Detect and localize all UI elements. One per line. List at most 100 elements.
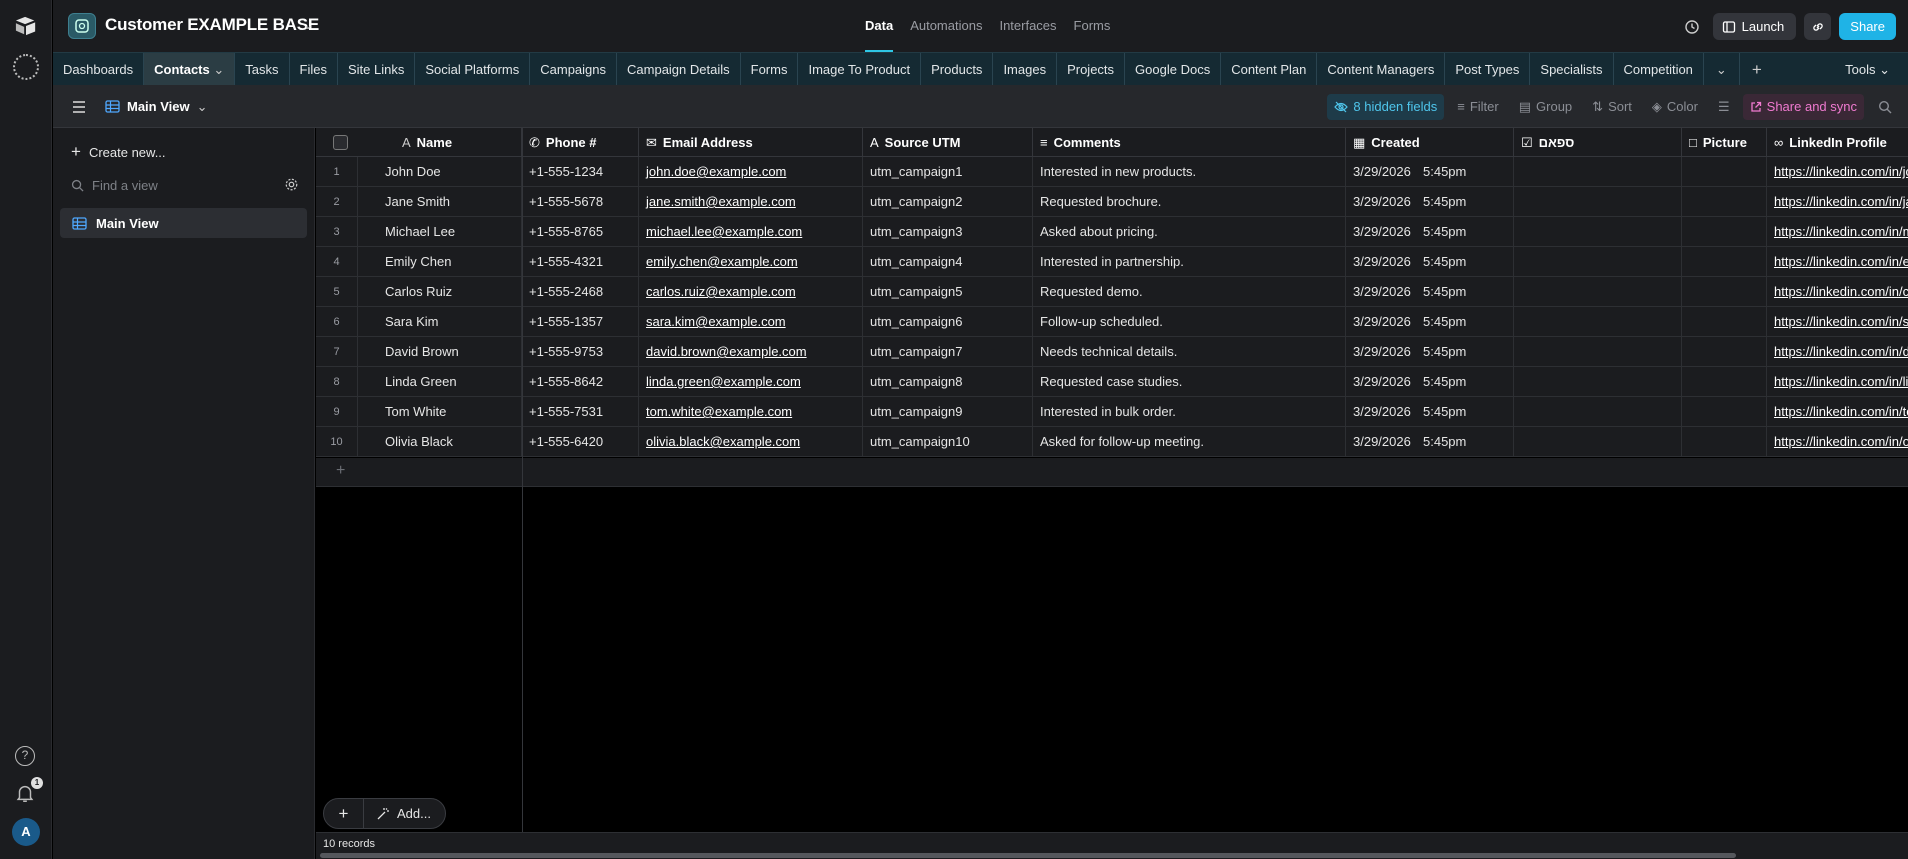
select-all-checkbox[interactable] [333, 135, 348, 150]
email-cell[interactable]: emily.chen@example.com [639, 247, 863, 277]
tab-content-managers[interactable]: Content Managers [1317, 53, 1446, 86]
nav-data[interactable]: Data [865, 0, 894, 52]
tab-tasks[interactable]: Tasks [235, 53, 290, 86]
tab-files[interactable]: Files [290, 53, 338, 86]
table-row[interactable]: 2 Jane Smith +1-555-5678 jane.smith@example… [316, 187, 1908, 217]
column-header-linkedin[interactable]: ∞ LinkedIn Profile [1767, 128, 1908, 157]
share-and-sync-button[interactable]: Share and sync [1742, 93, 1864, 120]
email-cell[interactable]: jane.smith@example.com [639, 187, 863, 217]
help-icon[interactable]: ? [15, 746, 35, 766]
launch-button[interactable]: Launch [1712, 13, 1797, 40]
linkedin-cell[interactable]: https://linkedin.com/in/tomwhite [1767, 397, 1908, 427]
group-button[interactable]: ▤ Group [1512, 94, 1579, 120]
email-cell[interactable]: carlos.ruiz@example.com [639, 277, 863, 307]
filter-button[interactable]: ≡ Filter [1450, 94, 1505, 120]
nav-interfaces[interactable]: Interfaces [999, 0, 1056, 52]
view-switcher[interactable]: Main View ⌄ [105, 99, 208, 115]
tab-post-types[interactable]: Post Types [1445, 53, 1531, 86]
tab-contacts[interactable]: Contacts ⌄ [144, 53, 236, 86]
table-row[interactable]: 7 David Brown +1-555-9753 david.brown@examp… [316, 337, 1908, 367]
nav-forms[interactable]: Forms [1074, 0, 1111, 52]
search-button[interactable] [1870, 94, 1900, 120]
history-icon[interactable] [1679, 14, 1705, 40]
copy-link-button[interactable] [1804, 13, 1832, 40]
table-row[interactable]: 1 John Doe +1-555-1234 john.doe@example.com… [316, 157, 1908, 187]
horizontal-scrollbar[interactable] [320, 853, 1736, 858]
app-logo-icon[interactable] [15, 15, 37, 37]
table-row[interactable]: 10 Olivia Black +1-555-6420 olivia.black@ex… [316, 427, 1908, 457]
column-header-comments[interactable]: ≡ Comments [1033, 128, 1346, 157]
table-row[interactable]: 8 Linda Green +1-555-8642 linda.green@examp… [316, 367, 1908, 397]
tab-campaign-details[interactable]: Campaign Details [617, 53, 741, 86]
linkedin-cell[interactable]: https://linkedin.com/in/oliviablack [1767, 427, 1908, 457]
tab-competition[interactable]: Competition [1614, 53, 1704, 86]
row-height-icon: ☰ [1718, 98, 1730, 114]
tab-site-links[interactable]: Site Links [338, 53, 416, 86]
phone-cell: +1-555-8765 [522, 217, 639, 247]
hamburger-menu-icon[interactable] [71, 100, 87, 114]
column-header-email[interactable]: ✉ Email Address [639, 128, 863, 157]
table-row[interactable]: 3 Michael Lee +1-555-8765 michael.lee@examp… [316, 217, 1908, 247]
column-header-phone[interactable]: ✆ Phone # [522, 128, 639, 157]
email-cell[interactable]: olivia.black@example.com [639, 427, 863, 457]
email-cell[interactable]: david.brown@example.com [639, 337, 863, 367]
base-title[interactable]: Customer EXAMPLE BASE [105, 15, 319, 35]
chevron-down-icon[interactable]: ⌄ [213, 62, 224, 77]
email-cell[interactable]: john.doe@example.com [639, 157, 863, 187]
avatar[interactable]: A [12, 818, 40, 846]
linkedin-cell[interactable]: https://linkedin.com/in/sarakim [1767, 307, 1908, 337]
comments-cell: Asked for follow-up meeting. [1033, 427, 1346, 457]
linkedin-cell[interactable]: https://linkedin.com/in/emilychen [1767, 247, 1908, 277]
column-header-name[interactable]: Name [417, 128, 452, 157]
chevron-down-icon[interactable]: ⌄ [303, 18, 313, 32]
table-row[interactable]: 6 Sara Kim +1-555-1357 sara.kim@example.com… [316, 307, 1908, 337]
color-button[interactable]: ◈ Color [1645, 94, 1705, 120]
tab-products[interactable]: Products [921, 53, 994, 86]
create-new-view-button[interactable]: + Create new... [71, 142, 166, 162]
tab-campaigns[interactable]: Campaigns [530, 53, 618, 86]
column-header-created[interactable]: ▦ Created [1346, 128, 1514, 157]
tab-images[interactable]: Images [993, 53, 1058, 86]
tools-menu[interactable]: Tools ⌄ [1845, 53, 1890, 86]
add-record-button[interactable]: + [324, 799, 364, 828]
email-cell[interactable]: linda.green@example.com [639, 367, 863, 397]
email-cell[interactable]: tom.white@example.com [639, 397, 863, 427]
column-header-spam[interactable]: ☑ ספאם [1514, 128, 1682, 157]
linkedin-cell[interactable]: https://linkedin.com/in/carlosruiz [1767, 277, 1908, 307]
share-button[interactable]: Share [1839, 13, 1896, 40]
column-header-source-utm[interactable]: A Source UTM [863, 128, 1033, 157]
comments-cell: Interested in new products. [1033, 157, 1346, 187]
sidebar-item-main-view[interactable]: Main View [60, 208, 307, 238]
find-view-input[interactable]: Find a view [71, 178, 299, 193]
row-height-button[interactable]: ☰ [1711, 94, 1737, 120]
sort-button[interactable]: ⇅ Sort [1585, 94, 1639, 120]
email-cell[interactable]: michael.lee@example.com [639, 217, 863, 247]
table-row[interactable]: 9 Tom White +1-555-7531 tom.white@example.c… [316, 397, 1908, 427]
nav-automations[interactable]: Automations [910, 0, 982, 52]
add-extension-button[interactable]: Add... [364, 799, 445, 828]
email-cell[interactable]: sara.kim@example.com [639, 307, 863, 337]
gear-icon[interactable] [284, 177, 299, 192]
add-table-plus-icon[interactable]: + [1740, 53, 1774, 86]
column-header-picture[interactable]: □ Picture [1682, 128, 1767, 157]
linkedin-cell[interactable]: https://linkedin.com/in/davidbrown [1767, 337, 1908, 367]
linkedin-cell[interactable]: https://linkedin.com/in/michaellee [1767, 217, 1908, 247]
more-tables-chevron-icon[interactable]: ⌄ [1704, 53, 1740, 86]
tab-projects[interactable]: Projects [1057, 53, 1126, 86]
linkedin-cell[interactable]: https://linkedin.com/in/janesmith [1767, 187, 1908, 217]
table-row[interactable]: 4 Emily Chen +1-555-4321 emily.chen@example… [316, 247, 1908, 277]
tab-specialists[interactable]: Specialists [1530, 53, 1614, 86]
linkedin-cell[interactable]: https://linkedin.com/in/lindagreen [1767, 367, 1908, 397]
tab-social-platforms[interactable]: Social Platforms [415, 53, 531, 86]
tab-forms[interactable]: Forms [741, 53, 799, 86]
linkedin-cell[interactable]: https://linkedin.com/in/johndoe [1767, 157, 1908, 187]
created-time-cell: 5:45pm [1416, 247, 1514, 277]
tab-image-to-product[interactable]: Image To Product [798, 53, 922, 86]
tab-google-docs[interactable]: Google Docs [1125, 53, 1222, 86]
workspace-icon[interactable] [13, 54, 39, 80]
add-record-row[interactable]: + [316, 458, 1908, 487]
table-row[interactable]: 5 Carlos Ruiz +1-555-2468 carlos.ruiz@examp… [316, 277, 1908, 307]
hidden-fields-button[interactable]: 8 hidden fields [1327, 93, 1445, 120]
tab-dashboards[interactable]: Dashboards [53, 53, 145, 86]
tab-content-plan[interactable]: Content Plan [1221, 53, 1318, 86]
